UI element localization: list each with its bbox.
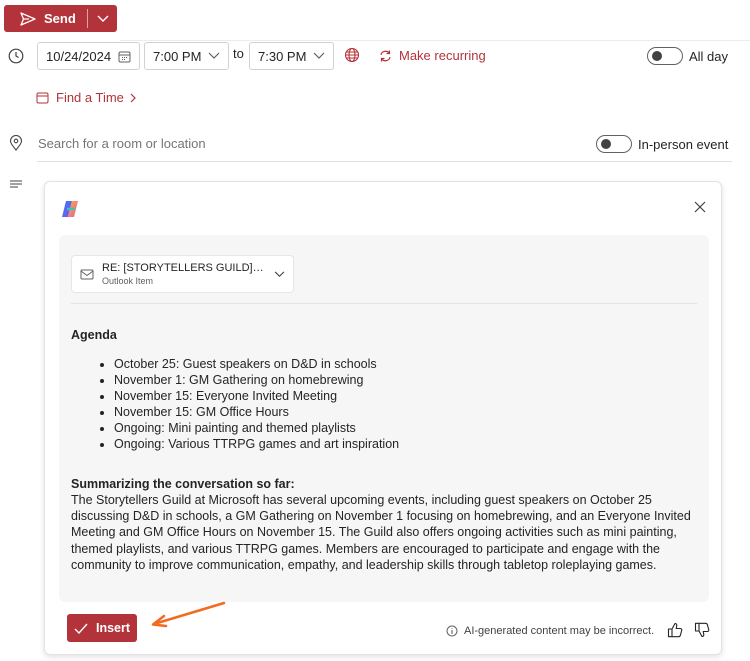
close-icon[interactable] xyxy=(693,200,707,214)
end-time-value: 7:30 PM xyxy=(258,48,307,64)
make-recurring-label: Make recurring xyxy=(399,48,486,63)
all-day-toggle[interactable]: All day xyxy=(647,47,728,65)
toolbar-divider xyxy=(120,40,750,41)
info-icon xyxy=(446,625,458,637)
date-value: 10/24/2024 xyxy=(46,48,112,64)
chevron-down-icon xyxy=(274,270,285,277)
end-time-select[interactable]: 7:30 PM xyxy=(249,42,334,70)
agenda-list: October 25: Guest speakers on D&D in sch… xyxy=(114,356,701,452)
insert-label: Insert xyxy=(95,621,131,635)
agenda-heading: Agenda xyxy=(71,328,117,342)
in-person-toggle[interactable]: In-person event xyxy=(596,135,728,153)
send-options-button[interactable] xyxy=(88,5,117,32)
start-time-value: 7:00 PM xyxy=(153,48,202,64)
date-picker[interactable]: 10/24/2024 xyxy=(37,42,140,70)
summary-heading: Summarizing the conversation so far: xyxy=(71,477,295,491)
repeat-icon xyxy=(380,50,391,61)
location-pin-icon xyxy=(7,134,24,151)
clock-icon xyxy=(7,47,24,64)
ai-disclaimer: AI-generated content may be incorrect. xyxy=(446,625,654,637)
in-person-switch[interactable] xyxy=(596,135,632,153)
agenda-item: October 25: Guest speakers on D&D in sch… xyxy=(114,356,701,372)
reference-title: RE: [STORYTELLERS GUILD] Del... xyxy=(102,262,266,274)
text-body-icon xyxy=(7,176,24,193)
calendar-search-icon xyxy=(36,92,49,103)
agenda-item: November 15: Everyone Invited Meeting xyxy=(114,388,701,404)
insert-button[interactable]: Insert xyxy=(67,614,137,642)
disclaimer-text: AI-generated content may be incorrect. xyxy=(464,625,655,637)
start-time-select[interactable]: 7:00 PM xyxy=(144,42,229,70)
find-a-time-button[interactable]: Find a Time xyxy=(36,90,136,105)
chevron-down-icon xyxy=(97,15,108,22)
agenda-item: Ongoing: Various TTRPG games and art ins… xyxy=(114,436,701,452)
summary-text: The Storytellers Guild at Microsoft has … xyxy=(71,493,691,572)
all-day-label: All day xyxy=(689,48,729,64)
annotation-arrow xyxy=(151,601,226,628)
checkmark-icon xyxy=(74,623,88,634)
agenda-item: November 1: GM Gathering on homebrewing xyxy=(114,372,701,388)
thumbs-down-icon[interactable] xyxy=(694,622,710,638)
location-search-input[interactable] xyxy=(38,136,438,151)
mail-icon xyxy=(80,269,94,279)
send-button[interactable]: Send xyxy=(4,9,88,28)
copilot-logo-icon xyxy=(62,201,78,217)
copilot-response: RE: [STORYTELLERS GUILD] Del... Outlook … xyxy=(59,235,709,602)
copilot-content: Agenda October 25: Guest speakers on D&D… xyxy=(71,327,701,573)
agenda-item: Ongoing: Mini painting and themed playli… xyxy=(114,420,701,436)
reference-divider xyxy=(71,303,697,304)
reference-chip[interactable]: RE: [STORYTELLERS GUILD] Del... Outlook … xyxy=(71,255,294,293)
thumbs-up-icon[interactable] xyxy=(667,622,683,638)
chevron-down-icon xyxy=(208,52,220,59)
globe-icon[interactable] xyxy=(344,47,361,64)
location-divider xyxy=(37,161,732,162)
all-day-switch[interactable] xyxy=(647,47,683,65)
calendar-icon xyxy=(118,51,131,62)
send-icon xyxy=(20,11,36,26)
send-label: Send xyxy=(44,11,76,26)
send-split-button: Send xyxy=(4,5,117,32)
reference-text: RE: [STORYTELLERS GUILD] Del... Outlook … xyxy=(102,262,266,286)
in-person-label: In-person event xyxy=(638,136,729,152)
agenda-item: November 15: GM Office Hours xyxy=(114,404,701,420)
chevron-right-icon xyxy=(130,93,136,102)
chevron-down-icon xyxy=(313,52,325,59)
find-a-time-label: Find a Time xyxy=(56,90,124,105)
make-recurring-button[interactable]: Make recurring xyxy=(378,48,486,63)
reference-subtitle: Outlook Item xyxy=(102,276,154,286)
to-label: to xyxy=(233,46,244,61)
copilot-panel: RE: [STORYTELLERS GUILD] Del... Outlook … xyxy=(44,181,722,655)
